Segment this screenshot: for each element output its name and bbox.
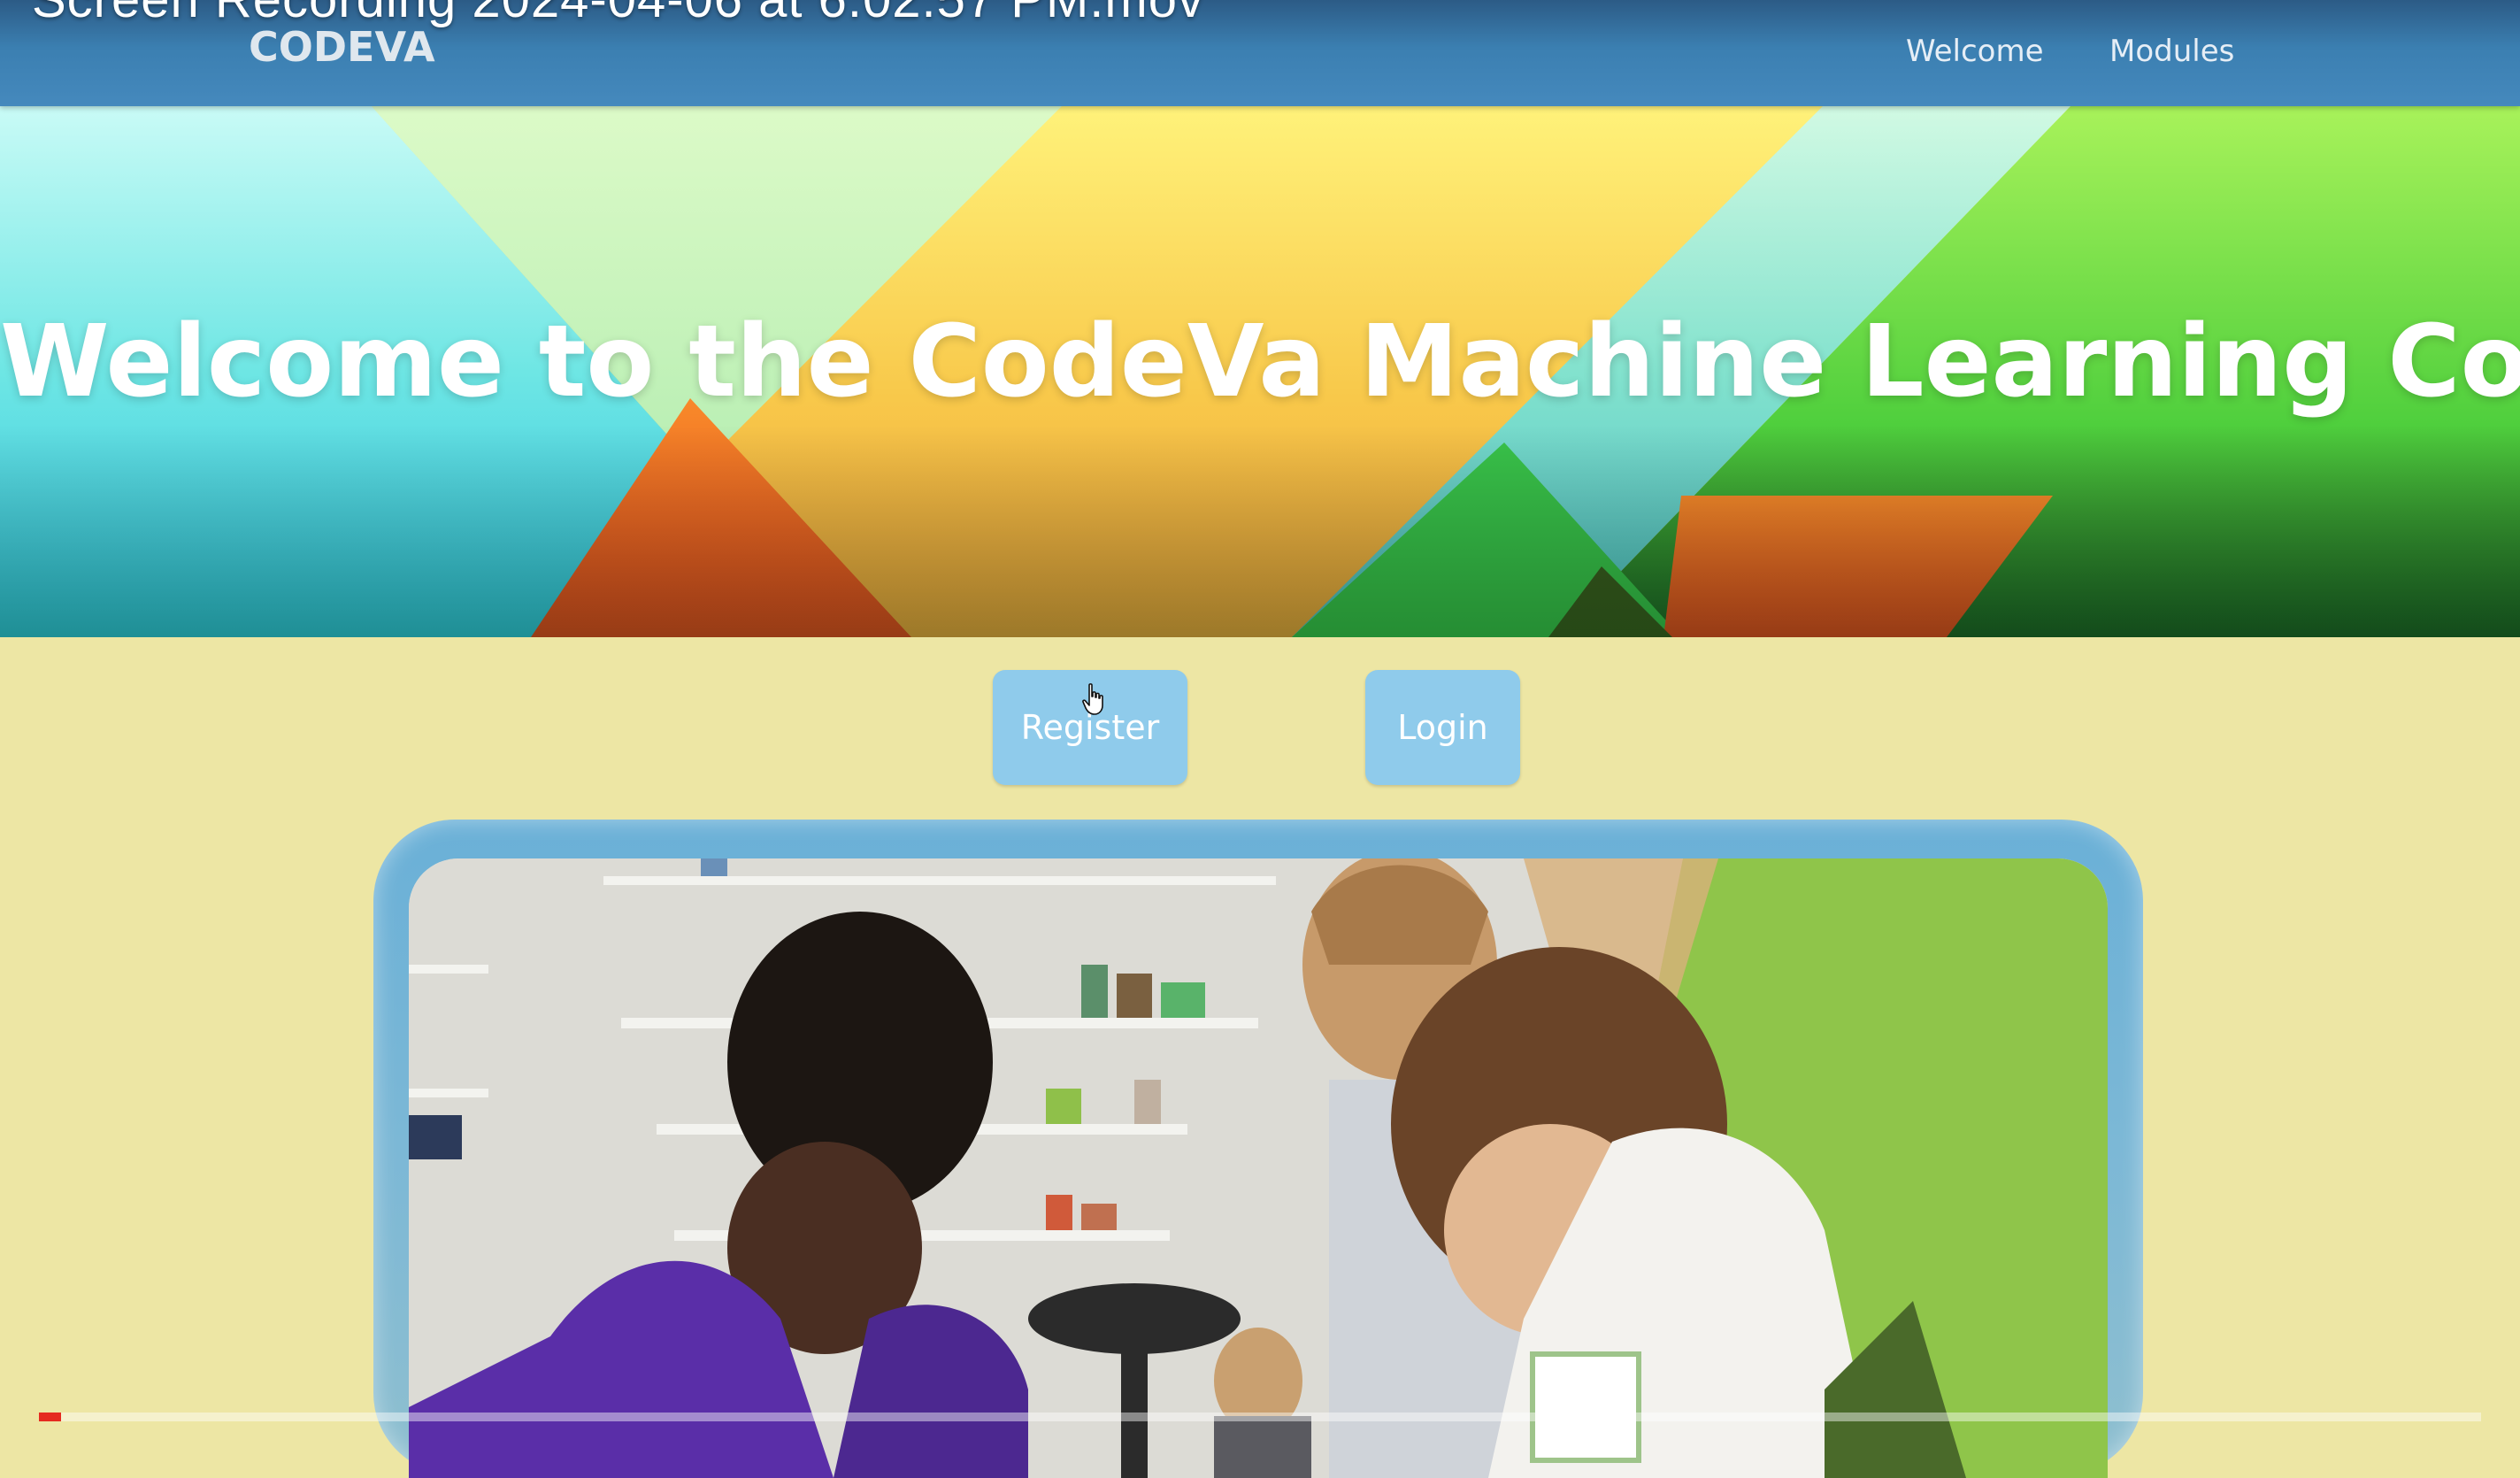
- classroom-scene-image: [409, 858, 2108, 1478]
- nav-link-modules[interactable]: Modules: [2109, 34, 2234, 69]
- hand-pointer-cursor-icon: [1082, 683, 1103, 715]
- brand-logo[interactable]: CODEVA: [249, 23, 435, 71]
- login-button[interactable]: Login: [1365, 670, 1520, 785]
- hero-banner: Welcome to the CodeVa Machine Learning C…: [0, 106, 2520, 637]
- nav-link-welcome[interactable]: Welcome: [1906, 34, 2044, 69]
- video-overlay-title: Screen Recording 2024-04-06 at 6.02.57 P…: [32, 0, 1204, 29]
- top-navbar: Screen Recording 2024-04-06 at 6.02.57 P…: [0, 0, 2520, 106]
- video-progress-fill: [39, 1413, 61, 1421]
- video-frame: [373, 820, 2143, 1478]
- video-progress-track[interactable]: [39, 1413, 2481, 1421]
- hero-title: Welcome to the CodeVa Machine Learning C…: [0, 304, 2520, 420]
- classroom-video-thumbnail[interactable]: [409, 858, 2108, 1478]
